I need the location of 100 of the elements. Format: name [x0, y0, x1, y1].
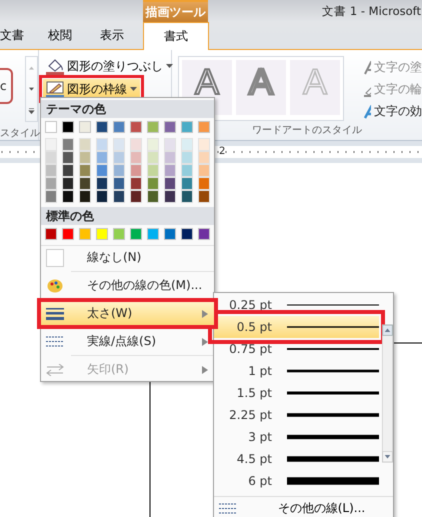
color-swatch[interactable] [164, 164, 176, 177]
color-swatch[interactable] [113, 151, 125, 164]
color-swatch[interactable] [113, 164, 125, 177]
color-swatch[interactable] [45, 164, 57, 177]
context-tab-header: 描画ツール [143, 0, 208, 22]
menu-item[interactable]: 実線/点線(S) [41, 330, 214, 353]
color-swatch[interactable] [79, 151, 91, 164]
color-swatch[interactable] [113, 228, 125, 240]
color-swatch[interactable] [113, 190, 125, 203]
menu-item[interactable]: その他の線の色(M)... [41, 274, 214, 297]
color-swatch[interactable] [62, 177, 74, 190]
color-swatch[interactable] [147, 138, 159, 151]
color-swatch[interactable] [164, 190, 176, 203]
color-swatch[interactable] [45, 177, 57, 190]
line-weight-option[interactable]: 1.5 pt [214, 382, 379, 404]
color-swatch[interactable] [113, 138, 125, 151]
color-swatch[interactable] [147, 177, 159, 190]
ribbon-tab[interactable]: 校閲 [34, 22, 86, 49]
color-swatch[interactable] [198, 121, 210, 133]
color-swatch[interactable] [113, 177, 125, 190]
color-swatch[interactable] [130, 164, 142, 177]
menu-item[interactable]: その他の線(L)... [214, 496, 393, 517]
color-swatch[interactable] [45, 138, 57, 151]
color-swatch[interactable] [62, 228, 74, 240]
color-swatch[interactable] [164, 138, 176, 151]
color-swatch[interactable] [181, 228, 193, 240]
color-swatch[interactable] [62, 151, 74, 164]
line-weight-option[interactable]: 1 pt [214, 360, 379, 382]
submenu-arrow-icon [202, 366, 208, 374]
line-weight-option[interactable]: 6 pt [214, 470, 379, 492]
color-swatch[interactable] [96, 190, 108, 203]
line-weight-option[interactable]: 0.75 pt [214, 338, 379, 360]
color-swatch[interactable] [62, 138, 74, 151]
color-swatch[interactable] [198, 177, 210, 190]
ribbon-tab[interactable]: 書式 [143, 22, 209, 50]
color-swatch[interactable] [130, 177, 142, 190]
color-swatch[interactable] [96, 121, 108, 133]
color-swatch[interactable] [147, 164, 159, 177]
ribbon-tab[interactable]: 文書 [0, 22, 34, 49]
color-swatch[interactable] [62, 121, 74, 133]
color-swatch[interactable] [130, 190, 142, 203]
color-swatch[interactable] [79, 164, 91, 177]
color-swatch[interactable] [62, 164, 74, 177]
color-swatch[interactable] [181, 164, 193, 177]
menu-item[interactable]: 線なし(N) [41, 246, 214, 269]
menu-section-header: テーマの色 [41, 100, 214, 118]
color-swatch[interactable] [45, 190, 57, 203]
glowing-letter-icon [364, 104, 371, 118]
color-swatch[interactable] [198, 164, 210, 177]
line-weight-option[interactable]: 4.5 pt [214, 448, 379, 470]
color-swatch[interactable] [79, 177, 91, 190]
color-swatch[interactable] [181, 190, 193, 203]
color-swatch[interactable] [96, 138, 108, 151]
color-swatch[interactable] [164, 121, 176, 133]
color-swatch[interactable] [198, 228, 210, 240]
color-swatch[interactable] [130, 121, 142, 133]
color-swatch[interactable] [45, 151, 57, 164]
color-swatch[interactable] [147, 190, 159, 203]
color-swatch[interactable] [79, 190, 91, 203]
line-weight-option[interactable]: 2.25 pt [214, 404, 379, 426]
color-swatch[interactable] [181, 177, 193, 190]
color-swatch[interactable] [164, 177, 176, 190]
color-swatch[interactable] [147, 121, 159, 133]
submenu-arrow-icon [202, 310, 208, 318]
ribbon-tab[interactable]: 表示 [86, 22, 138, 49]
menu-item[interactable]: 太さ(W) [41, 302, 214, 325]
color-swatch[interactable] [181, 138, 193, 151]
line-sample-icon [287, 432, 379, 442]
color-swatch[interactable] [96, 151, 108, 164]
text-command[interactable]: 文字の効 [362, 102, 422, 121]
menu-section-header: 標準の色 [41, 207, 214, 225]
color-swatch[interactable] [198, 190, 210, 203]
color-swatch[interactable] [96, 177, 108, 190]
color-swatch[interactable] [147, 228, 159, 240]
color-swatch[interactable] [164, 151, 176, 164]
line-weight-option[interactable]: 0.5 pt [214, 316, 379, 338]
color-swatch[interactable] [79, 138, 91, 151]
style-preview[interactable]: c [0, 68, 13, 104]
color-swatch[interactable] [96, 164, 108, 177]
color-swatch[interactable] [130, 228, 142, 240]
palette-icon [47, 278, 63, 292]
color-swatch[interactable] [45, 121, 57, 133]
color-swatch[interactable] [62, 190, 74, 203]
color-swatch[interactable] [130, 151, 142, 164]
color-swatch[interactable] [181, 151, 193, 164]
color-swatch[interactable] [96, 228, 108, 240]
color-swatch[interactable] [147, 151, 159, 164]
color-swatch[interactable] [79, 121, 91, 133]
color-swatch[interactable] [164, 228, 176, 240]
color-swatch[interactable] [113, 121, 125, 133]
letter-a-icon [364, 60, 371, 74]
color-swatch[interactable] [198, 151, 210, 164]
color-swatch[interactable] [130, 138, 142, 151]
color-swatch[interactable] [79, 228, 91, 240]
ribbon-command[interactable]: 図形の塗りつぶし [43, 56, 176, 76]
color-swatch[interactable] [45, 228, 57, 240]
ribbon-command[interactable]: 図形の枠線 [43, 79, 140, 99]
color-swatch[interactable] [198, 138, 210, 151]
line-weight-option[interactable]: 3 pt [214, 426, 379, 448]
color-swatch[interactable] [181, 121, 193, 133]
